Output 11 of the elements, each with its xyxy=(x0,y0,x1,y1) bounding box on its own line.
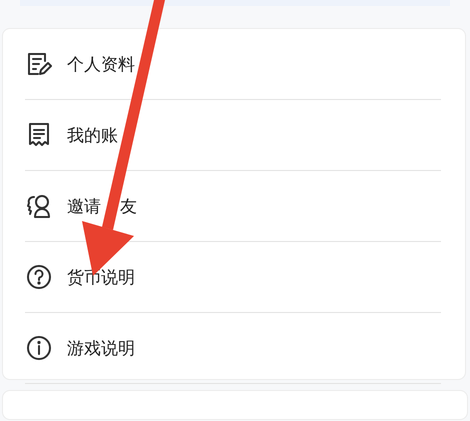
menu-label: 邀请 xyxy=(67,196,101,218)
menu-label: 友 xyxy=(120,196,137,218)
people-icon xyxy=(25,193,53,219)
menu-label: 个人资料 xyxy=(67,54,135,76)
receipt-icon xyxy=(27,122,51,148)
info-icon xyxy=(26,335,52,361)
menu-label: 游戏说明 xyxy=(67,338,135,360)
help-icon xyxy=(26,264,52,290)
edit-document-icon xyxy=(26,51,52,77)
menu-item[interactable]: 游戏说明 xyxy=(25,313,441,384)
menu-label: 我的账 xyxy=(67,124,118,146)
